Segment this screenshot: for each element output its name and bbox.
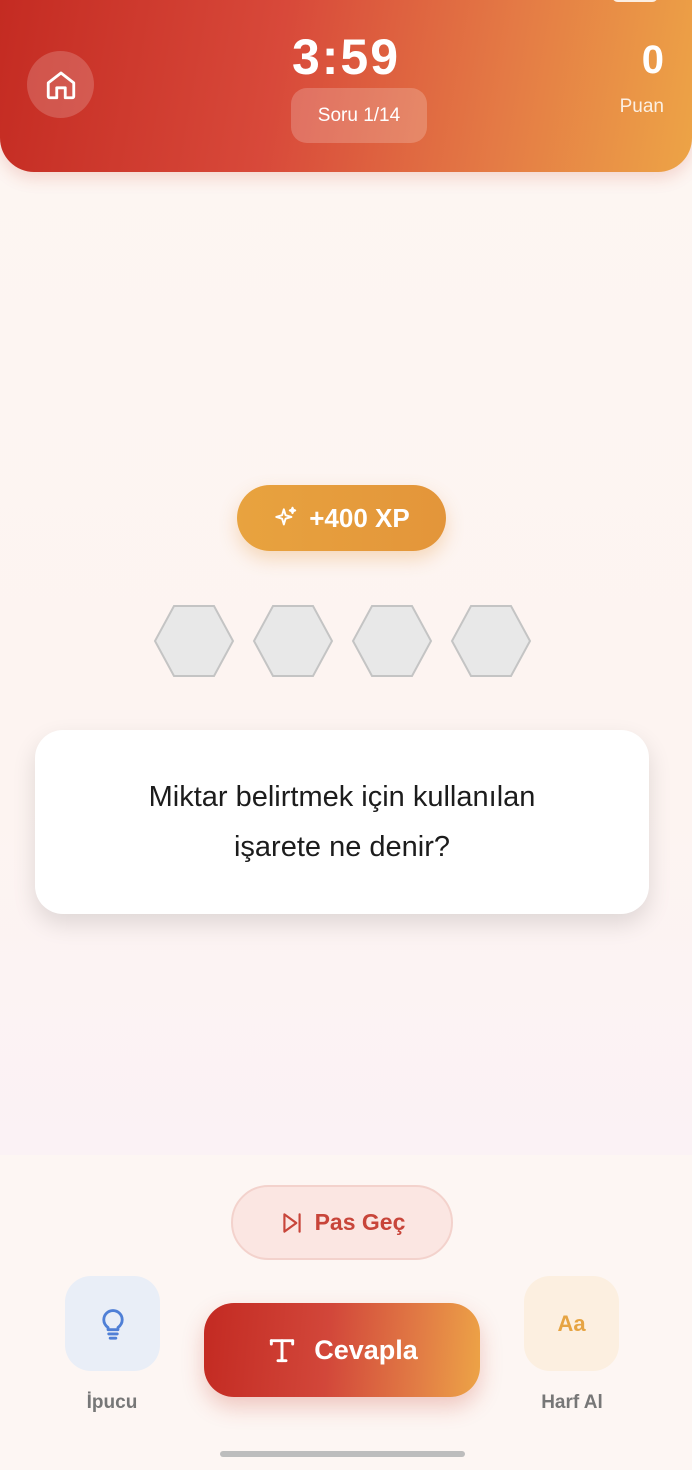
answer-slot-1: [153, 605, 235, 677]
hint-button[interactable]: [65, 1276, 160, 1371]
skip-button[interactable]: Pas Geç: [231, 1185, 453, 1260]
sparkle-icon: [275, 506, 297, 526]
question-counter-badge: Soru 1/14: [291, 88, 427, 143]
top-header: 3:59 Soru 1/14 0 Puan: [0, 0, 692, 172]
answer-slot-4: [450, 605, 532, 677]
answer-button[interactable]: Cevapla: [204, 1303, 480, 1397]
answer-slots: [153, 604, 533, 678]
answer-label: Cevapla: [314, 1334, 418, 1365]
status-corner: [612, 0, 658, 2]
question-text: Miktar belirtmek için kullanılan işarete…: [148, 781, 536, 863]
home-icon: [46, 71, 75, 99]
question-card: Miktar belirtmek için kullanılan işarete…: [35, 730, 649, 914]
score-value: 0: [641, 38, 664, 82]
text-type-icon: [270, 1339, 295, 1363]
answer-slot-2: [252, 605, 334, 677]
buy-letter-label: Harf Al: [541, 1392, 603, 1413]
letter-icon: Aa: [557, 1310, 586, 1336]
xp-label: +400 XP: [309, 502, 410, 533]
score-label: Puan: [619, 96, 664, 117]
skip-forward-icon: [282, 1212, 301, 1233]
buy-letter-button[interactable]: Aa: [524, 1276, 619, 1371]
hint-label: İpucu: [86, 1392, 138, 1413]
countdown-timer: 3:59: [291, 29, 401, 85]
home-indicator-bar: [220, 1451, 465, 1457]
lightbulb-icon: [101, 1308, 124, 1340]
home-button[interactable]: [27, 51, 94, 118]
answer-slot-3: [351, 605, 433, 677]
skip-label: Pas Geç: [314, 1209, 406, 1235]
xp-reward-badge: +400 XP: [237, 485, 446, 551]
